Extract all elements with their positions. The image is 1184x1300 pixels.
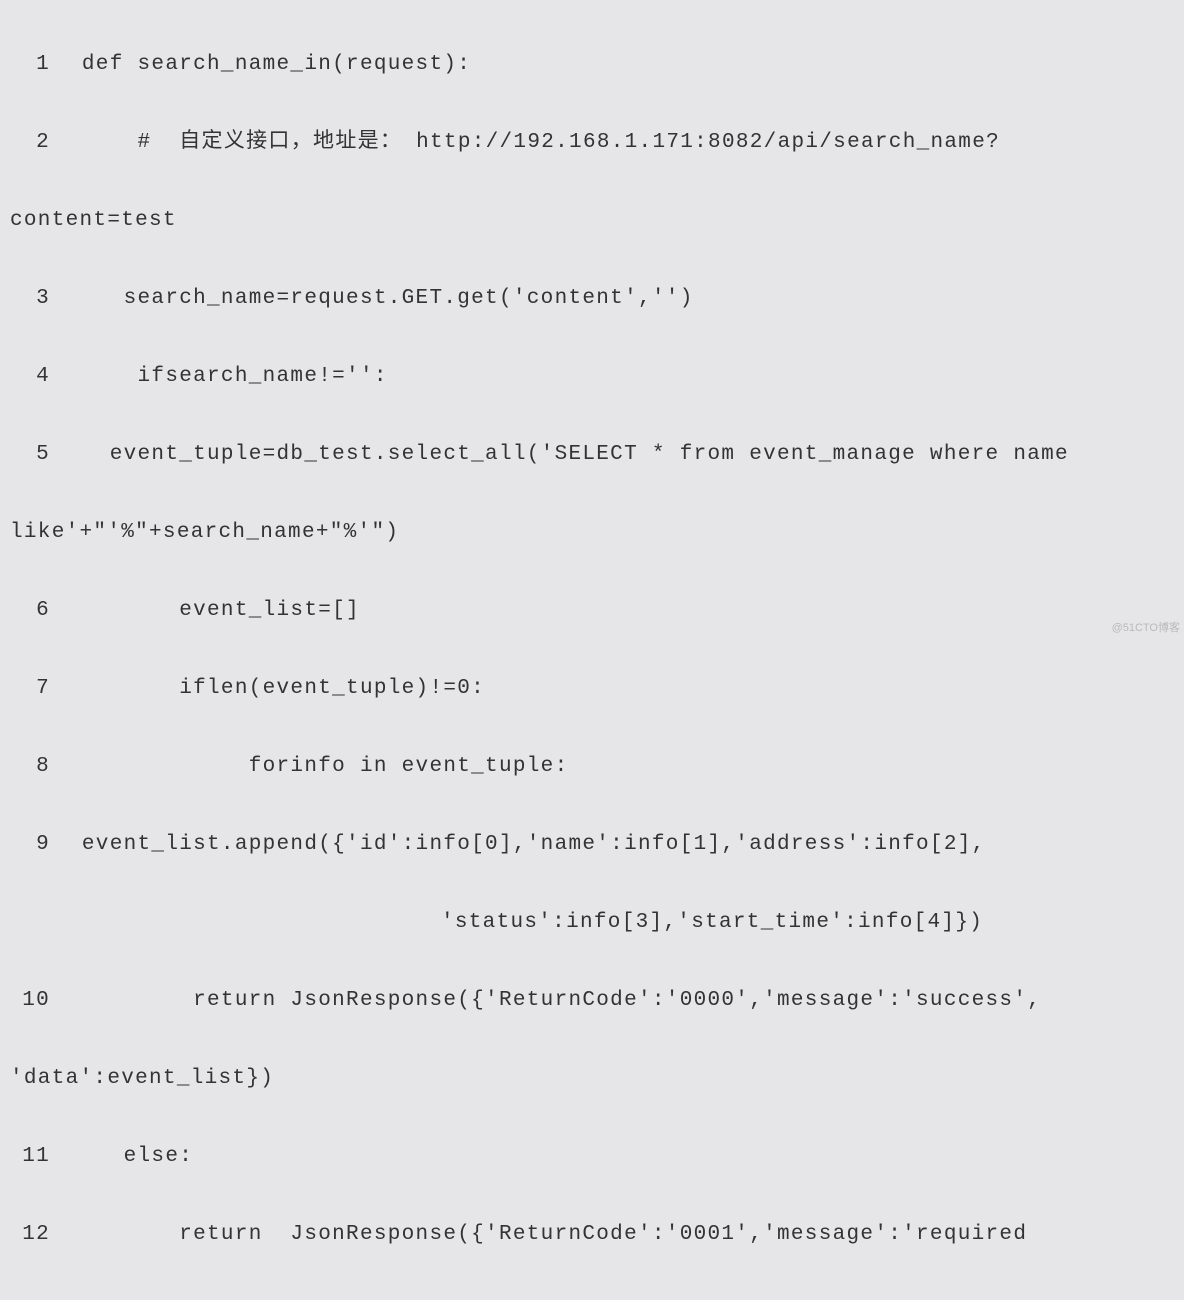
line-number: 3	[10, 279, 50, 318]
code-line: 12 return JsonResponse({'ReturnCode':'00…	[10, 1215, 1174, 1254]
code-line-wrap: 'data':event_list})	[10, 1059, 1174, 1098]
code-text: content=test	[10, 209, 177, 232]
code-line: 7 iflen(event_tuple)!=0:	[10, 669, 1174, 708]
line-number: 7	[10, 669, 50, 708]
code-line: 11 else:	[10, 1137, 1174, 1176]
code-text: 'status':info[3],'start_time':info[4]})	[10, 911, 983, 934]
code-text: event_list.append({'id':info[0],'name':i…	[68, 833, 986, 856]
code-line: 9 event_list.append({'id':info[0],'name'…	[10, 825, 1174, 864]
code-line: 4 ifsearch_name!='':	[10, 357, 1174, 396]
watermark: @51CTO博客	[1112, 609, 1180, 648]
code-line-wrap: like'+"'%"+search_name+"%'")	[10, 513, 1174, 552]
code-line-wrap: params is null'})	[10, 1293, 1174, 1300]
code-text: # 自定义接口，地址是： http://192.168.1.171:8082/a…	[68, 131, 1000, 154]
line-number: 12	[10, 1215, 50, 1254]
line-number: 6	[10, 591, 50, 630]
line-number: 5	[10, 435, 50, 474]
line-number: 11	[10, 1137, 50, 1176]
line-number: 10	[10, 981, 50, 1020]
code-line: 10 return JsonResponse({'ReturnCode':'00…	[10, 981, 1174, 1020]
code-text: event_tuple=db_test.select_all('SELECT *…	[68, 443, 1083, 466]
code-text: return JsonResponse({'ReturnCode':'0000'…	[68, 989, 1041, 1012]
line-number: 8	[10, 747, 50, 786]
line-number: 1	[10, 45, 50, 84]
code-text: forinfo in event_tuple:	[68, 755, 568, 778]
code-text: else:	[68, 1145, 193, 1168]
line-number: 9	[10, 825, 50, 864]
code-text: event_list=[]	[68, 599, 360, 622]
code-line: 3 search_name=request.GET.get('content',…	[10, 279, 1174, 318]
code-line: 8 forinfo in event_tuple:	[10, 747, 1174, 786]
code-text: def search_name_in(request):	[68, 53, 471, 76]
line-number: 2	[10, 123, 50, 162]
code-text: 'data':event_list})	[10, 1067, 274, 1090]
code-text: return JsonResponse({'ReturnCode':'0001'…	[68, 1223, 1041, 1246]
line-number: 4	[10, 357, 50, 396]
code-text: search_name=request.GET.get('content',''…	[68, 287, 694, 310]
code-line: 2 # 自定义接口，地址是： http://192.168.1.171:8082…	[10, 123, 1174, 162]
code-line: 6 event_list=[]	[10, 591, 1174, 630]
code-line-wrap: 'status':info[3],'start_time':info[4]})	[10, 903, 1174, 942]
code-line: 1 def search_name_in(request):	[10, 45, 1174, 84]
code-text: ifsearch_name!='':	[68, 365, 388, 388]
code-block: 1 def search_name_in(request): 2 # 自定义接口…	[0, 0, 1184, 1300]
code-line-wrap: content=test	[10, 201, 1174, 240]
code-text: like'+"'%"+search_name+"%'")	[10, 521, 399, 544]
code-text: iflen(event_tuple)!=0:	[68, 677, 485, 700]
code-line: 5 event_tuple=db_test.select_all('SELECT…	[10, 435, 1174, 474]
